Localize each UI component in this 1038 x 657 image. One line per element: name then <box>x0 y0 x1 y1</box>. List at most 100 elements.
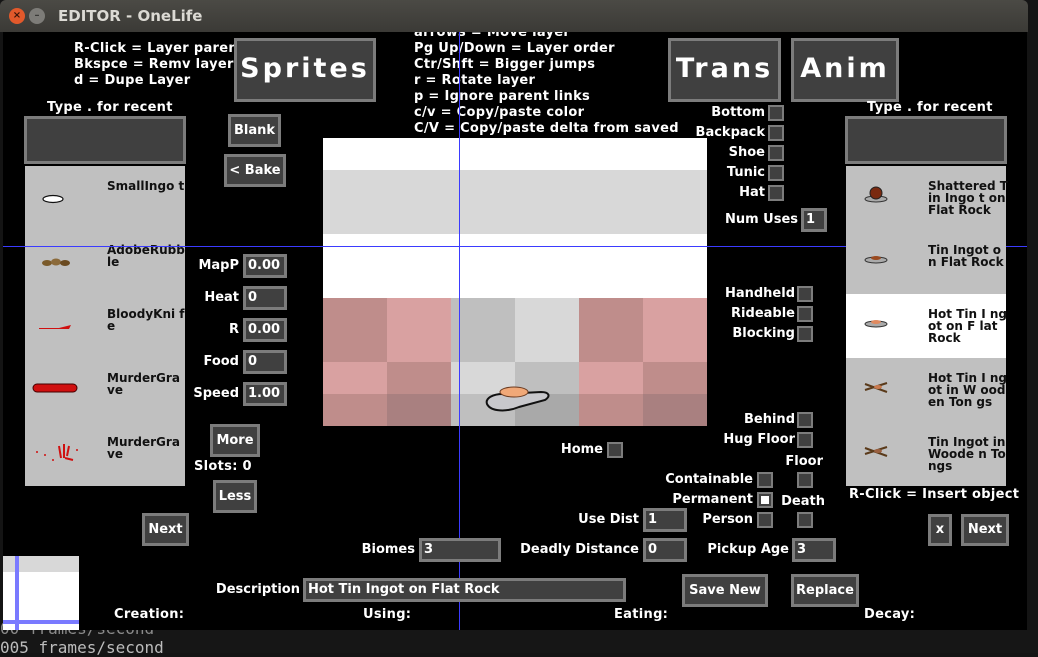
replace-button[interactable]: Replace <box>791 574 859 607</box>
ground-tile <box>451 298 515 362</box>
description-label: Description <box>215 582 300 597</box>
ground-tile <box>323 362 387 394</box>
ground-tile <box>515 298 579 362</box>
help-line: Ctr/Shft = Bigger jumps <box>414 57 596 72</box>
heat-label: Heat <box>204 290 239 305</box>
right-picker-hint: Type . for recent <box>867 100 993 115</box>
pickup-age-field[interactable]: 3 <box>792 538 836 562</box>
shoe-checkbox[interactable] <box>768 145 784 161</box>
sprite-stage[interactable] <box>323 138 707 426</box>
hug-floor-checkbox[interactable] <box>797 432 813 448</box>
permanent-checkbox[interactable] <box>757 492 773 508</box>
left-next-button[interactable]: Next <box>142 513 189 546</box>
home-label: Home <box>560 442 603 457</box>
list-item-label: AdobeRubb le <box>107 243 185 269</box>
hot-tin-ingot-sprite[interactable] <box>483 382 553 412</box>
blocking-checkbox[interactable] <box>797 326 813 342</box>
list-item[interactable]: AdobeRubb le <box>25 230 185 294</box>
heat-field[interactable]: 0 <box>243 286 287 310</box>
eating-label: Eating: <box>614 607 669 622</box>
ground-tile <box>387 394 451 426</box>
speed-field[interactable]: 1.00 <box>243 382 287 406</box>
bottom-checkbox[interactable] <box>768 105 784 121</box>
tunic-checkbox[interactable] <box>768 165 784 181</box>
behind-checkbox[interactable] <box>797 412 813 428</box>
murder-grave-splatter-icon <box>36 444 78 461</box>
deadly-distance-field[interactable]: 0 <box>643 538 687 562</box>
less-slots-button[interactable]: Less <box>213 480 257 513</box>
help-line: C/V = Copy/paste delta from saved <box>414 121 679 136</box>
floor-label: Floor <box>785 454 823 469</box>
person-checkbox[interactable] <box>757 512 773 528</box>
food-field[interactable]: 0 <box>243 350 287 374</box>
shattered-tin-ingot-icon <box>864 186 888 203</box>
handheld-checkbox[interactable] <box>797 286 813 302</box>
r-label: R <box>228 322 239 337</box>
containable-label: Containable <box>665 472 753 487</box>
hat-checkbox[interactable] <box>768 185 784 201</box>
list-item-label: Tin Ingot on Flat Rock <box>928 243 1004 269</box>
sprites-button[interactable]: Sprites <box>234 38 376 102</box>
hot-tin-ingot-flat-rock-icon <box>864 320 888 328</box>
trans-button[interactable]: Trans <box>668 38 781 102</box>
adobe-rubble-icon <box>42 258 70 266</box>
list-item[interactable]: Hot Tin I ngot in W ooden Ton gs <box>846 358 1007 422</box>
more-slots-button[interactable]: More <box>210 424 260 457</box>
bake-button[interactable]: < Bake <box>224 154 286 187</box>
pickup-age-label: Pickup Age <box>707 542 789 557</box>
biomes-field[interactable]: 3 <box>419 538 501 562</box>
left-picker-search[interactable] <box>24 116 186 164</box>
window-title: EDITOR - OneLife <box>58 7 203 25</box>
home-checkbox[interactable] <box>607 442 623 458</box>
death-label: Death <box>781 494 825 509</box>
wooden-tongs-icon <box>864 446 888 457</box>
list-item[interactable]: Tin Ingot on Flat Rock <box>846 230 1006 294</box>
death-checkbox[interactable] <box>797 512 813 528</box>
bottom-label: Bottom <box>711 105 765 120</box>
list-item[interactable]: MurderGra ve <box>25 422 185 486</box>
clear-x-button[interactable]: x <box>928 514 952 546</box>
help-line: r = Rotate layer <box>414 73 536 88</box>
list-item-selected[interactable]: Hot Tin I ngot on F lat Rock <box>846 294 1007 358</box>
list-item-label: Hot Tin I ngot on F lat Rock <box>928 307 1007 345</box>
list-item[interactable]: Tin Ingot in Woode n Tongs <box>846 422 1006 486</box>
mapp-field[interactable]: 0.00 <box>243 254 287 278</box>
help-line: Bkspce = Remv layer <box>74 57 234 72</box>
minimize-icon[interactable]: – <box>29 8 45 24</box>
right-next-button[interactable]: Next <box>961 514 1009 546</box>
mini-horizontal-guide <box>3 620 79 624</box>
blank-button[interactable]: Blank <box>228 114 281 147</box>
ground-tile <box>579 362 643 394</box>
rideable-label: Rideable <box>731 306 795 321</box>
close-icon[interactable]: × <box>9 8 25 24</box>
help-line: d = Dupe Layer <box>74 73 191 88</box>
save-new-button[interactable]: Save New <box>682 574 768 607</box>
handheld-label: Handheld <box>724 286 795 301</box>
rideable-checkbox[interactable] <box>797 306 813 322</box>
description-field[interactable]: Hot Tin Ingot on Flat Rock <box>303 578 626 602</box>
list-item[interactable]: SmallIngo t <box>25 166 185 230</box>
small-ingot-icon <box>42 194 64 204</box>
slots-count: Slots: 0 <box>194 459 252 474</box>
list-item[interactable]: Shattered Tin Ingo t on Flat Rock <box>846 166 1008 230</box>
permanent-label: Permanent <box>672 492 753 507</box>
help-center: arrows = Move layer Pg Up/Down = Layer o… <box>414 32 679 137</box>
list-item[interactable]: BloodyKni fe <box>25 294 185 358</box>
list-item-label: SmallIngo t <box>107 179 185 193</box>
ground-tile <box>579 298 643 362</box>
use-dist-field[interactable]: 1 <box>643 508 687 532</box>
anim-button[interactable]: Anim <box>791 38 899 102</box>
left-picker-list: SmallIngo t AdobeRubb le BloodyKni fe Mu… <box>25 166 185 486</box>
help-left: R-Click = Layer parent Bkspce = Remv lay… <box>74 41 244 89</box>
list-item-label: Hot Tin I ngot in W ooden Ton gs <box>928 371 1007 409</box>
r-field[interactable]: 0.00 <box>243 318 287 342</box>
ground-tile <box>387 362 451 394</box>
backpack-label: Backpack <box>695 125 765 140</box>
floor-checkbox[interactable] <box>797 472 813 488</box>
backpack-checkbox[interactable] <box>768 125 784 141</box>
list-item[interactable]: MurderGra ve <box>25 358 185 422</box>
window-titlebar: × – EDITOR - OneLife <box>0 0 1028 32</box>
num-uses-field[interactable]: 1 <box>801 208 827 232</box>
right-picker-search[interactable] <box>845 116 1007 164</box>
containable-checkbox[interactable] <box>757 472 773 488</box>
